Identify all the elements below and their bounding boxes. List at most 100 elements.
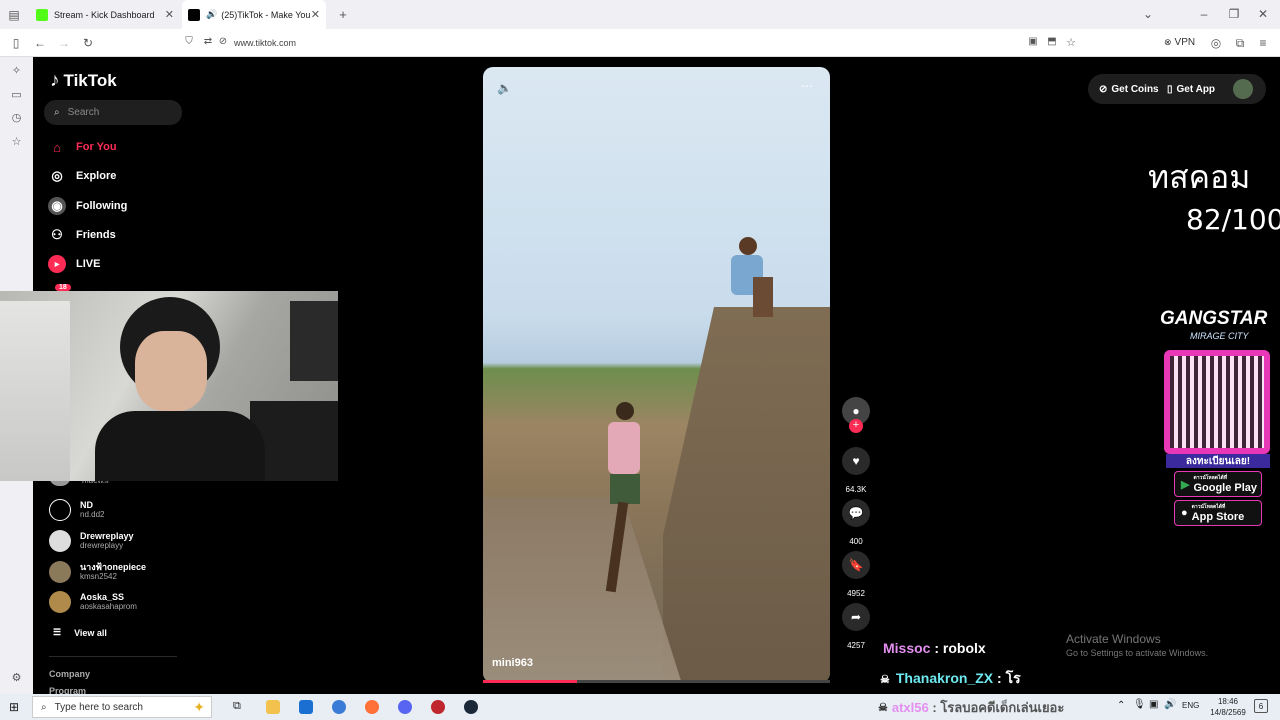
- more-options-icon[interactable]: ⋯: [801, 79, 813, 93]
- get-coins-button[interactable]: ⊘ Get Coins: [1099, 78, 1159, 100]
- extensions-icon[interactable]: ⧉: [1233, 36, 1247, 51]
- tab-tiktok[interactable]: 🔊 (25)TikTok - Make Your Day ✕: [182, 0, 326, 29]
- ad-subtitle: MIRAGE CITY: [1190, 331, 1249, 341]
- clock[interactable]: 18:46 14/8/2569: [1210, 696, 1246, 718]
- speaker-icon[interactable]: 🔊: [206, 9, 217, 20]
- reader-view-icon[interactable]: ▣: [1026, 36, 1040, 47]
- history-icon[interactable]: ◷: [10, 112, 23, 125]
- nav-label: For You: [76, 141, 117, 153]
- minimize-button[interactable]: –: [1197, 7, 1211, 21]
- comment-count: 400: [849, 537, 863, 546]
- like-button[interactable]: ♥ 64.3K: [842, 447, 870, 494]
- tiktok-logo[interactable]: ♪ TikTok: [50, 70, 117, 92]
- monitor: [290, 301, 338, 381]
- bookmark-icon: 🔖: [842, 551, 870, 579]
- profile-avatar[interactable]: [1233, 79, 1253, 99]
- clock-time: 18:46: [1217, 697, 1239, 706]
- restore-button[interactable]: ❐: [1227, 7, 1241, 21]
- ai-chat-icon[interactable]: ✧: [10, 65, 23, 78]
- tray-chevron-icon[interactable]: ⌃: [1117, 700, 1125, 711]
- following-account[interactable]: Aoska_SS aoskasahaprom: [49, 591, 137, 613]
- discord-icon[interactable]: [398, 700, 412, 714]
- bookmarks-icon[interactable]: ☆: [10, 136, 23, 149]
- chat-message: Missoc : robolx: [883, 640, 986, 656]
- sitting-man: [723, 237, 773, 327]
- following-account[interactable]: ND nd.dd2: [49, 499, 104, 521]
- vpn-button[interactable]: ⊗ VPN: [1164, 37, 1195, 48]
- taskbar-search-input[interactable]: ⌕ Type here to search ✦: [32, 696, 212, 718]
- close-window-button[interactable]: ✕: [1256, 7, 1270, 21]
- microphone-icon[interactable]: 🎙: [1133, 699, 1146, 710]
- task-view-icon[interactable]: ⧉: [233, 700, 247, 714]
- record-app-icon[interactable]: [431, 700, 445, 714]
- nav-live[interactable]: ▶ LIVE: [48, 253, 100, 275]
- tiktok-note-icon: ♪: [50, 70, 60, 91]
- nav-explore[interactable]: ◎ Explore: [48, 165, 116, 187]
- save-count: 4952: [847, 589, 865, 598]
- shield-icon[interactable]: ⛉: [182, 36, 196, 47]
- get-app-button[interactable]: ▯ Get App: [1167, 78, 1215, 100]
- notifications-button[interactable]: 6: [1254, 699, 1268, 713]
- search-icon: ⌕: [54, 107, 60, 118]
- search-input[interactable]: ⌕ Search: [44, 100, 182, 125]
- file-explorer-icon[interactable]: [266, 700, 280, 714]
- nav-friends[interactable]: ⚇ Friends: [48, 224, 116, 246]
- permissions-icon[interactable]: ⇄: [201, 36, 215, 47]
- view-all-button[interactable]: ☰ View all: [53, 627, 107, 638]
- logo-text: TikTok: [63, 71, 117, 90]
- back-button[interactable]: ←: [33, 36, 47, 50]
- tab-kick-dashboard[interactable]: Stream - Kick Dashboard ✕: [30, 0, 180, 29]
- creator-avatar-button[interactable]: ● +: [842, 397, 870, 433]
- windows-start-icon[interactable]: ⊞: [9, 700, 19, 714]
- nav-for-you[interactable]: ⌂ For You: [48, 136, 117, 158]
- store-icon[interactable]: [299, 700, 313, 714]
- chevron-down-icon[interactable]: ⌄: [1141, 7, 1155, 21]
- footer-program-link[interactable]: Program: [49, 686, 86, 694]
- chat-user: Thanakron_ZX: [895, 670, 994, 686]
- account-icon[interactable]: ◎: [1209, 36, 1223, 50]
- sidebar-toggle-icon[interactable]: ▯: [9, 36, 23, 50]
- live-count-badge: 18: [55, 284, 71, 291]
- no-tracking-icon[interactable]: ⊘: [216, 36, 230, 47]
- video-username[interactable]: mini963: [492, 657, 533, 669]
- coin-icon: ⊘: [1099, 83, 1108, 95]
- synced-tabs-icon[interactable]: ▭: [10, 89, 23, 102]
- firefox-icon[interactable]: [365, 700, 379, 714]
- close-tab-icon[interactable]: ✕: [311, 8, 320, 21]
- save-page-icon[interactable]: ⬒: [1045, 36, 1059, 47]
- reload-button[interactable]: ↻: [81, 36, 95, 50]
- mute-icon[interactable]: 🔈: [497, 81, 512, 95]
- network-icon[interactable]: ▣: [1149, 699, 1158, 710]
- account-handle: aoskasahaprom: [80, 602, 137, 611]
- share-button[interactable]: ➦ 4257: [842, 603, 870, 650]
- video-progress-bar[interactable]: [483, 680, 830, 683]
- share-count: 4257: [847, 641, 865, 650]
- settings-gear-icon[interactable]: ⚙: [10, 672, 23, 685]
- chat-message: ☠ atxl56 : โรลบอคดีเด็กเล่นเยอะ: [878, 700, 1065, 715]
- close-tab-icon[interactable]: ✕: [165, 8, 174, 21]
- comment-icon: 💬: [842, 499, 870, 527]
- following-account[interactable]: นางฟ้าonepiece kmsn2542: [49, 561, 146, 583]
- follow-plus-icon[interactable]: +: [849, 419, 863, 433]
- nav-following[interactable]: ◉ Following: [48, 195, 127, 217]
- new-tab-button[interactable]: +: [336, 7, 350, 22]
- url-field[interactable]: www.tiktok.com: [176, 34, 1080, 52]
- video-player[interactable]: 🔈 ⋯ mini963: [483, 67, 830, 683]
- following-account[interactable]: Drewreplayy drewreplayy: [49, 530, 134, 552]
- steam-icon[interactable]: [464, 700, 478, 714]
- comment-button[interactable]: 💬 400: [842, 499, 870, 546]
- forward-button[interactable]: →: [57, 36, 71, 50]
- language-indicator[interactable]: ENG: [1182, 701, 1199, 710]
- save-button[interactable]: 🔖 4952: [842, 551, 870, 598]
- bookmark-star-icon[interactable]: ☆: [1064, 36, 1078, 49]
- volume-icon[interactable]: 🔊: [1164, 699, 1176, 710]
- qr-frame: [1164, 350, 1270, 454]
- tab-list-icon[interactable]: ▤: [7, 8, 21, 22]
- menu-icon[interactable]: ≡: [1256, 36, 1270, 50]
- heart-icon: ♥: [842, 447, 870, 475]
- outlook-icon[interactable]: [332, 700, 346, 714]
- footer-company-link[interactable]: Company: [49, 669, 90, 679]
- avatar: [49, 561, 71, 583]
- cliff: [663, 307, 830, 683]
- streamer-face: [135, 331, 207, 411]
